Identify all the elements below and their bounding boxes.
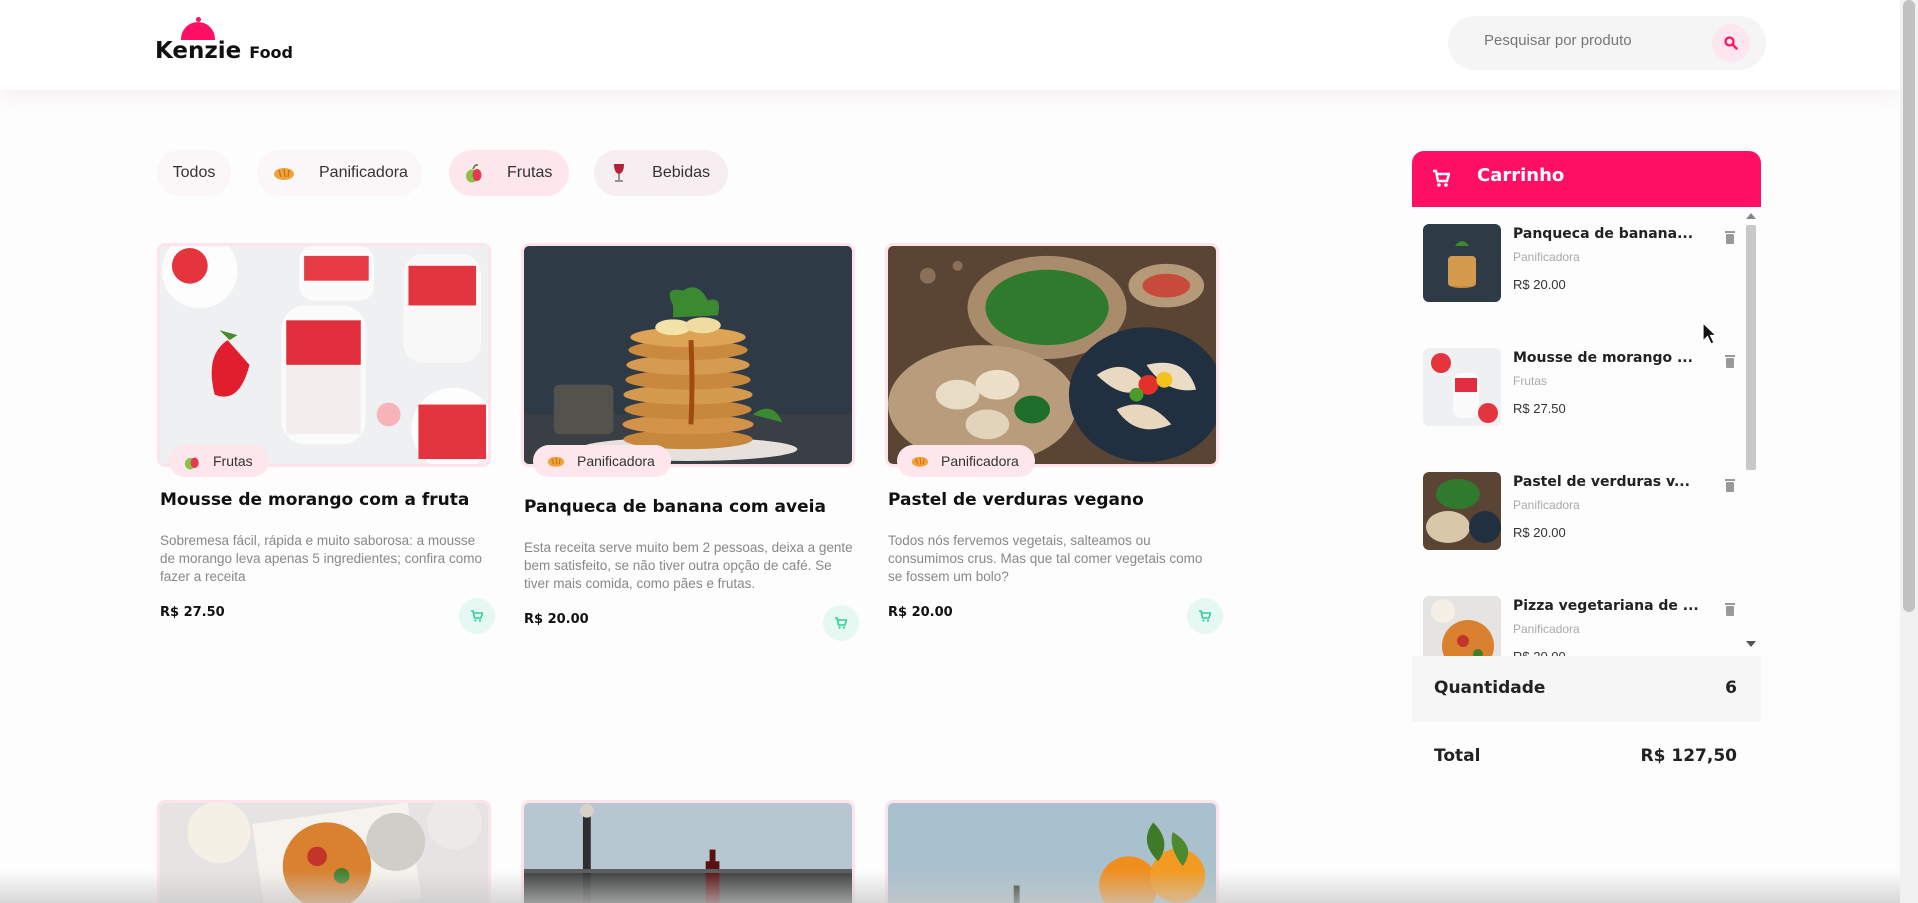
quantity-label: Quantidade <box>1434 678 1546 698</box>
cart-quantity-row: Quantidade 6 <box>1412 656 1761 722</box>
trash-icon[interactable] <box>1724 230 1736 244</box>
filter-label: Bebidas <box>652 164 710 181</box>
cart-icon <box>471 610 483 622</box>
cart-item: Mousse de morango ... Frutas R$ 27.50 <box>1423 348 1742 428</box>
cart-item: Pastel de verduras v... Panificadora R$ … <box>1423 472 1742 552</box>
product-card: Frutas Mousse de morango com a fruta Sob… <box>157 243 495 643</box>
logo-main-text: Kenzie <box>155 38 242 64</box>
filter-label: Frutas <box>507 164 553 181</box>
filter-label: Panificadora <box>319 164 408 181</box>
cart-scrollbar[interactable] <box>1743 211 1757 651</box>
total-value: R$ 127,50 <box>1640 746 1737 766</box>
cart-item-thumbnail <box>1423 472 1501 550</box>
mouse-cursor-icon <box>1702 322 1718 345</box>
add-to-cart-button[interactable] <box>459 598 495 634</box>
category-tag-label: Panificadora <box>577 453 655 469</box>
quantity-value: 6 <box>1725 678 1737 698</box>
category-tag: Panificadora <box>897 445 1035 477</box>
filter-label: Todos <box>172 164 216 181</box>
filter-panificadora[interactable]: Panificadora <box>257 150 422 196</box>
page-scrollbar-thumb[interactable] <box>1903 0 1915 612</box>
total-label: Total <box>1434 746 1481 766</box>
fruit-icon <box>465 162 483 184</box>
product-card: Panificadora Panqueca de banana com avei… <box>521 243 859 643</box>
bread-icon <box>273 162 295 184</box>
filter-frutas[interactable]: Frutas <box>449 150 569 196</box>
cart-item-name: Mousse de morango ... <box>1513 350 1693 366</box>
cart-item-name: Pastel de verduras v... <box>1513 474 1690 490</box>
cart-icon <box>1433 169 1450 187</box>
product-image-pastel <box>885 243 1219 467</box>
product-name: Panqueca de banana com aveia <box>524 497 826 517</box>
cart-item-category: Panificadora <box>1513 250 1580 264</box>
category-tag: Panificadora <box>533 445 671 477</box>
product-price: R$ 20.00 <box>888 605 953 620</box>
product-description: Todos nós fervemos vegetais, salteamos o… <box>888 533 1203 584</box>
scroll-up-arrow-icon[interactable] <box>1746 213 1756 219</box>
trash-icon[interactable] <box>1724 602 1736 616</box>
cart-scrollbar-thumb[interactable] <box>1746 225 1756 470</box>
kenzie-food-logo[interactable]: Kenzie Food <box>155 17 295 65</box>
cart-icon <box>1199 610 1211 622</box>
cart-item-name: Pizza vegetariana de ... <box>1513 598 1699 614</box>
cart-item-price: R$ 20.00 <box>1513 277 1566 292</box>
fruit-icon <box>183 452 201 470</box>
product-price: R$ 27.50 <box>160 605 225 620</box>
bread-icon <box>911 452 929 470</box>
filter-todos[interactable]: Todos <box>157 150 231 196</box>
add-to-cart-button[interactable] <box>823 605 859 641</box>
product-card: Panificadora Pastel de verduras vegano T… <box>885 243 1223 643</box>
trash-icon[interactable] <box>1724 354 1736 368</box>
cart-item-thumbnail <box>1423 224 1501 302</box>
logo-sub-text: Food <box>249 43 293 62</box>
search-input[interactable] <box>1482 31 1686 50</box>
scroll-down-arrow-icon[interactable] <box>1746 641 1756 647</box>
bread-icon <box>547 452 565 470</box>
search-button[interactable] <box>1712 24 1750 62</box>
category-tag-label: Panificadora <box>941 453 1019 469</box>
cart-item-category: Frutas <box>1513 374 1548 388</box>
product-name: Mousse de morango com a fruta <box>160 490 470 510</box>
product-description: Esta receita serve muito bem 2 pessoas, … <box>524 540 853 591</box>
cart-title: Carrinho <box>1477 165 1565 186</box>
add-to-cart-button[interactable] <box>1187 598 1223 634</box>
cart-item-thumbnail <box>1423 348 1501 426</box>
cart-item-price: R$ 27.50 <box>1513 401 1566 416</box>
filter-bebidas[interactable]: Bebidas <box>594 150 728 196</box>
cart-item-price: R$ 20.00 <box>1513 525 1566 540</box>
product-name: Pastel de verduras vegano <box>888 490 1144 510</box>
top-header: Kenzie Food <box>0 0 1900 90</box>
product-description: Sobremesa fácil, rápida e muito saborosa… <box>160 533 482 584</box>
cart-item-category: Panificadora <box>1513 498 1580 512</box>
cart-item-category: Panificadora <box>1513 622 1580 636</box>
cart-total-row: Total R$ 127,50 <box>1412 724 1761 790</box>
product-image-panqueca <box>521 243 855 467</box>
cart-item-name: Panqueca de banana... <box>1513 226 1694 242</box>
product-image-mousse <box>157 243 491 467</box>
product-price: R$ 20.00 <box>524 612 589 627</box>
search-icon <box>1724 36 1738 50</box>
bottom-shade <box>0 870 1900 903</box>
cart-icon <box>835 617 847 629</box>
search-bar <box>1448 16 1766 70</box>
page-scrollbar[interactable] <box>1900 0 1918 903</box>
trash-icon[interactable] <box>1724 478 1736 492</box>
category-tag-label: Frutas <box>213 453 253 469</box>
category-tag: Frutas <box>169 445 269 477</box>
cart-item: Panqueca de banana... Panificadora R$ 20… <box>1423 224 1742 304</box>
cart-header: Carrinho <box>1412 151 1761 207</box>
wine-icon <box>610 162 628 184</box>
